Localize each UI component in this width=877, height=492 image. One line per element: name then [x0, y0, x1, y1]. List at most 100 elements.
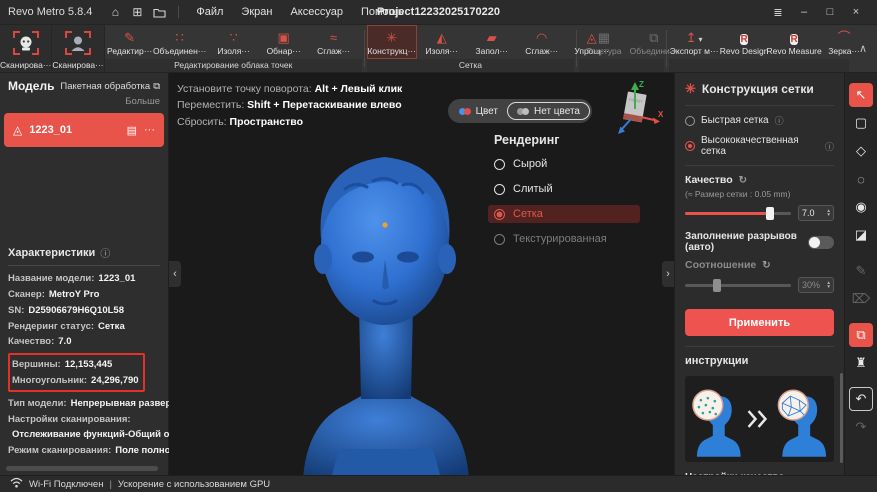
divider [8, 265, 160, 267]
collapse-left-panel-tab[interactable]: ‹ [169, 261, 181, 287]
ribbon-button-label: Изоля··· [425, 45, 458, 56]
scan-button-1[interactable]: Сканирова··· [0, 25, 53, 72]
ribbon-button-edit[interactable]: ✎ Редактир··· [105, 25, 155, 59]
ribbon-button-detect[interactable]: ▣ Обнар··· [259, 25, 309, 59]
copy-icon[interactable]: ⧉ [849, 323, 873, 347]
panels-menu-icon[interactable]: ≣ [765, 2, 791, 22]
app-window: Revo Metro 5.8.4 ⌂ ⊞ Файл Экран Аксессуа… [0, 0, 877, 492]
info-icon[interactable]: ⓘ [100, 245, 110, 260]
ribbon-button-mirror[interactable]: ⌒ Зерка··· [819, 25, 869, 59]
ribbon-button-label: Сканирова··· [0, 60, 52, 70]
rendering-panel: Рендеринг Сырой Слитый Сетка Текстуриров… [488, 133, 640, 255]
isolate-mesh-icon: ◭ [436, 29, 447, 45]
ribbon-button-revo-design[interactable]: R Revo Design [719, 25, 769, 59]
ribbon-button-smooth-cloud[interactable]: ≈ Сглаж··· [309, 25, 359, 59]
menu-screen[interactable]: Экран [241, 6, 272, 18]
vertical-scrollbar[interactable] [840, 373, 843, 463]
ribbon-button-isolate-cloud[interactable]: ∵ Изоля··· [209, 25, 259, 59]
ribbon-button-revo-measure[interactable]: R Revo Measure [766, 25, 822, 59]
instructions-caption: Настройки качества управляют плотностью … [685, 471, 834, 475]
quality-slider[interactable] [685, 206, 791, 220]
instructions-title: инструкции [685, 355, 749, 367]
group-caption-mesh: Сетка [366, 59, 575, 72]
menu-file[interactable]: Файл [196, 6, 223, 18]
model-list-item[interactable]: ◬ 1223_01 ▤ ··· [4, 113, 164, 147]
close-button[interactable]: × [843, 2, 869, 22]
mesh-size-hint: (≈ Размер сетки : 0.05 mm) [685, 189, 791, 199]
batch-processing-button[interactable]: Пакетная обработка ⧉ [60, 81, 160, 92]
ribbon-button-fill-holes[interactable]: ▰ Запол··· [467, 25, 517, 59]
toggle-option-color[interactable]: Цвет [450, 102, 507, 120]
render-option-raw[interactable]: Сырой [488, 155, 640, 173]
quality-slider-handle[interactable] [765, 206, 774, 220]
property-row: Качество: 7.0 [8, 336, 72, 348]
ribbon-button-isolate-mesh[interactable]: ◭ Изоля··· [417, 25, 467, 59]
mesh-construct-icon: ✳ [386, 29, 398, 45]
chevron-down-icon[interactable]: ▾ [699, 35, 703, 44]
viewport-3d[interactable]: Установите точку поворота: Alt + Левый к… [169, 73, 674, 475]
minimize-button[interactable]: – [791, 2, 817, 22]
collapse-right-panel-tab[interactable]: › [662, 261, 674, 287]
divider [685, 346, 834, 347]
menu-accessory[interactable]: Аксессуар [290, 6, 343, 18]
model-panel: Модель Пакетная обработка ⧉ Больше ◬ 122… [0, 73, 197, 475]
mode-option-fast-mesh[interactable]: Быстрая сетка ⓘ [685, 114, 834, 127]
merge-points-icon: ∷ [175, 29, 184, 45]
ribbon-button-mesh-construct[interactable]: ✳ Конструкц··· [366, 25, 417, 59]
more-link[interactable]: Больше [0, 95, 168, 111]
edit-pen-icon: ✎ [124, 29, 136, 45]
divider [178, 6, 180, 18]
radio-icon [685, 115, 695, 126]
render-option-fused[interactable]: Слитый [488, 180, 640, 198]
export-icon: ↥ ▾ [685, 29, 703, 45]
model-menu-icon[interactable]: ··· [144, 124, 155, 136]
new-project-icon[interactable]: ⊞ [128, 4, 146, 20]
render-option-textured: Текстурированная [488, 230, 640, 248]
reset-icon[interactable]: ↻ [739, 175, 747, 186]
disc-select-icon[interactable]: ◉ [849, 195, 873, 219]
property-row: Название модели: 1223_01 [8, 273, 136, 285]
render-option-mesh[interactable]: Сетка [488, 205, 640, 223]
rect-select-icon[interactable]: ▢ [849, 111, 873, 135]
open-folder-icon[interactable] [150, 4, 168, 20]
preview-icon[interactable]: ▤ [127, 124, 137, 137]
lasso-select-icon[interactable]: ◌ [849, 167, 873, 191]
undo-icon[interactable]: ↶ [849, 387, 873, 411]
ribbon-button-smooth-mesh[interactable]: ◠ Сглаж··· [517, 25, 567, 59]
select-arrow-icon[interactable]: ↖ [849, 83, 873, 107]
toggle-option-no-color[interactable]: Нет цвета [507, 102, 590, 120]
apply-button[interactable]: Применить [685, 309, 834, 336]
fill-gaps-toggle[interactable] [808, 235, 834, 249]
ribbon-button-merge-cloud[interactable]: ∷ Объединен··· [153, 25, 206, 59]
gpu-status: Ускорение с использованием GPU [117, 478, 271, 490]
quality-value-box[interactable]: 7.0 ▴ ▾ [798, 205, 834, 221]
maximize-button[interactable]: □ [817, 2, 843, 22]
scan-button-2[interactable]: Сканирова··· [52, 25, 105, 72]
ribbon-button-export[interactable]: ↥ ▾ Экспорт м··· [669, 25, 719, 59]
export-apps-group: ↥ ▾ Экспорт м··· R Revo Design R Revo Measu… [669, 25, 860, 72]
color-dots-icon [458, 107, 471, 115]
ratio-slider [685, 278, 791, 292]
stamp-icon[interactable]: ♜ [849, 351, 873, 375]
quality-label: Качество [685, 174, 733, 186]
invert-select-icon[interactable]: ◪ [849, 223, 873, 247]
polygon-select-icon[interactable]: ◇ [849, 139, 873, 163]
tab-model[interactable]: Модель [8, 79, 54, 93]
reset-icon: ↻ [762, 259, 771, 271]
model-name: 1223_01 [29, 124, 73, 136]
horizontal-scrollbar[interactable] [6, 466, 158, 471]
render-option-label: Текстурированная [513, 233, 607, 245]
ribbon-button-label: Запол··· [475, 45, 508, 56]
stepper-icon[interactable]: ▴ ▾ [827, 208, 830, 218]
home-icon[interactable]: ⌂ [106, 4, 124, 20]
property-row: Рендеринг статус: Сетка [8, 320, 125, 332]
info-icon[interactable]: ⓘ [825, 140, 834, 153]
project-name: Project12232025170220 [377, 6, 500, 18]
info-icon[interactable]: ⓘ [775, 114, 784, 127]
radio-icon [494, 158, 505, 170]
navigation-gizmo[interactable]: FRONT Z X [608, 77, 666, 139]
ribbon-button-label: Изоля··· [217, 45, 250, 56]
mode-option-hq-mesh[interactable]: Высококачественная сетка ⓘ [685, 135, 834, 157]
mesh-construction-panel: ✳ Конструкция сетки Быстрая сетка ⓘ Высо… [674, 73, 844, 475]
quality-value: 7.0 [802, 208, 815, 218]
